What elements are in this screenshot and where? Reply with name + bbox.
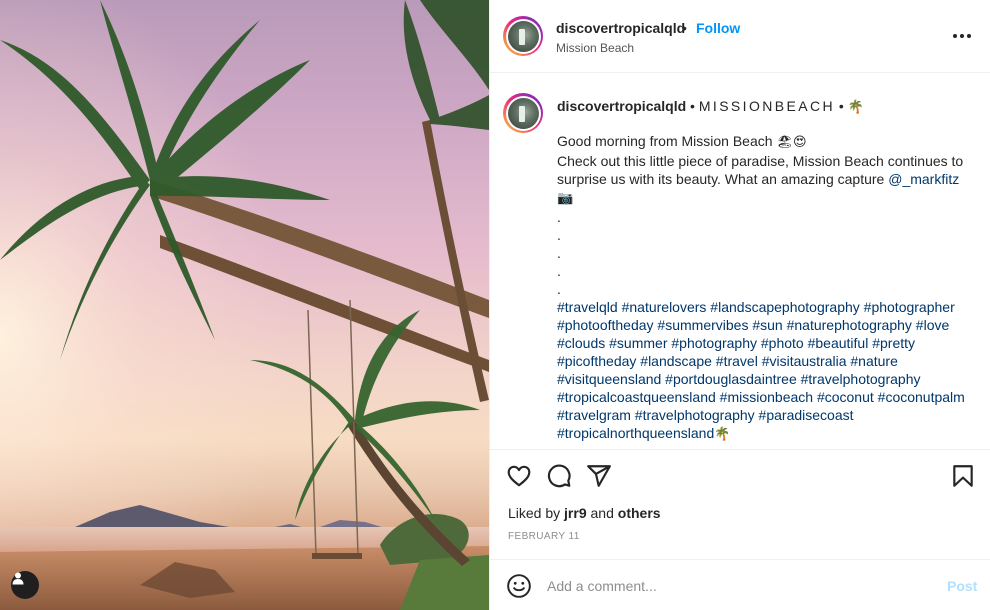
post-username[interactable]: discovertropicalqld xyxy=(556,20,685,36)
more-options-icon[interactable] xyxy=(948,27,976,45)
follow-button[interactable]: Follow xyxy=(696,20,740,36)
separator-dot: • xyxy=(690,98,695,114)
spacer-dot: . xyxy=(557,281,561,297)
hashtag-line[interactable]: #clouds #summer #photography #photo #bea… xyxy=(557,334,977,352)
post-date[interactable]: FEBRUARY 11 xyxy=(508,531,580,542)
separator-dot: • xyxy=(682,20,687,36)
caption-section: discovertropicalqld • MISSIONBEACH • 🌴 G… xyxy=(490,74,990,448)
emoji-icon[interactable] xyxy=(506,573,532,599)
hashtag-line[interactable]: #visitqueensland #portdouglasdaintree #t… xyxy=(557,370,977,388)
hashtag-line[interactable]: #picoftheday #landscape #travel #visitau… xyxy=(557,352,977,370)
spacer-dot: . xyxy=(557,263,561,279)
spacer-dot: . xyxy=(557,245,561,261)
hashtag-line[interactable]: #tropicalcoastqueensland #missionbeach #… xyxy=(557,388,977,406)
palm-tree-emoji: 🌴 xyxy=(714,427,731,442)
hashtag-line[interactable]: #photooftheday #summervibes #sun #nature… xyxy=(557,316,977,334)
comment-icon[interactable] xyxy=(546,463,572,489)
caption-body: Good morning from Mission Beach 🏖😍 Check… xyxy=(557,132,977,444)
greeting-emojis: 🏖😍 xyxy=(776,135,807,150)
caption-title: MISSIONBEACH xyxy=(698,98,835,114)
caption-title-line: discovertropicalqld • MISSIONBEACH • 🌴 xyxy=(557,98,864,115)
hashtags: #travelqld #naturelovers #landscapephoto… xyxy=(557,298,977,444)
action-bar xyxy=(490,449,990,499)
post-photo[interactable] xyxy=(0,0,489,610)
liked-by-user[interactable]: jrr9 xyxy=(564,505,587,521)
heart-icon[interactable] xyxy=(506,463,532,489)
spacer-dot: . xyxy=(557,209,561,225)
post-comment-button[interactable]: Post xyxy=(947,578,977,594)
avatar[interactable] xyxy=(503,16,543,56)
share-icon[interactable] xyxy=(586,463,612,489)
hashtag-line[interactable]: #travelqld #naturelovers #landscapephoto… xyxy=(557,298,977,316)
liked-by-prefix: Liked by xyxy=(508,505,561,521)
beach-palm-image xyxy=(0,0,489,610)
spacer-dot: . xyxy=(557,227,561,243)
post-side-panel: discovertropicalqld • Follow Mission Bea… xyxy=(489,0,990,610)
caption-avatar[interactable] xyxy=(503,93,543,133)
user-silhouette-icon xyxy=(12,572,24,585)
bookmark-icon[interactable] xyxy=(950,463,976,489)
liked-by-others[interactable]: others xyxy=(618,505,661,521)
hashtag-line[interactable]: #travelgram #travelphotography #paradise… xyxy=(557,406,977,424)
user-tag-icon[interactable] xyxy=(11,571,39,599)
hashtag-line[interactable]: #tropicalnorthqueensland xyxy=(557,425,714,441)
palm-tree-emoji: 🌴 xyxy=(847,100,864,115)
liked-by-text: Liked by jrr9 and others xyxy=(508,505,661,521)
liked-by-and: and xyxy=(590,505,614,521)
comment-bar: Post xyxy=(490,559,990,610)
comment-input[interactable] xyxy=(547,574,927,598)
mention-link[interactable]: @_markfitz xyxy=(888,171,959,187)
caption-username[interactable]: discovertropicalqld xyxy=(557,98,686,114)
separator-dot: • xyxy=(838,98,844,114)
post-header: discovertropicalqld • Follow Mission Bea… xyxy=(490,0,990,73)
avatar-image xyxy=(507,97,539,129)
spacer-dots: . . . . . xyxy=(557,208,977,298)
camera-emoji: 📷 xyxy=(557,191,574,206)
caption-greeting: Good morning from Mission Beach xyxy=(557,133,773,149)
avatar-image xyxy=(507,20,539,52)
post-location[interactable]: Mission Beach xyxy=(556,41,634,55)
